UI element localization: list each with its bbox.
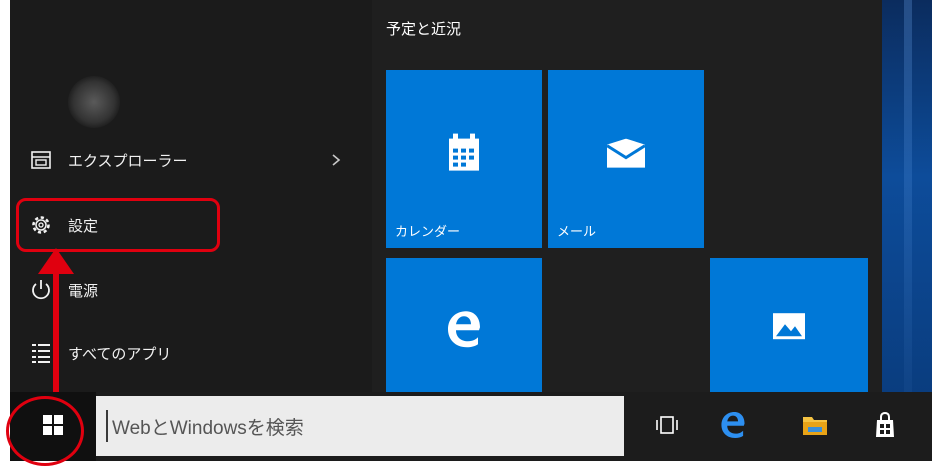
file-explorer-icon bbox=[802, 414, 828, 440]
tile-group-title: 予定と近況 bbox=[386, 20, 462, 38]
task-view-button[interactable] bbox=[638, 392, 696, 461]
menu-item-label: すべてのアプリ bbox=[68, 344, 172, 363]
tile-photos[interactable] bbox=[710, 258, 868, 392]
tile-label: メール bbox=[557, 225, 597, 240]
chevron-right-icon[interactable] bbox=[326, 150, 346, 170]
edge-icon bbox=[720, 411, 746, 443]
annotation-arrow-shaft bbox=[53, 266, 59, 402]
menu-item-settings[interactable]: 設定 bbox=[28, 205, 98, 245]
task-view-icon bbox=[656, 415, 678, 439]
desktop-background bbox=[882, 0, 932, 392]
tile-calendar[interactable]: カレンダー bbox=[386, 70, 542, 248]
search-placeholder: WebとWindowsを検索 bbox=[112, 417, 304, 439]
menu-item-all-apps[interactable]: すべてのアプリ bbox=[28, 333, 171, 373]
menu-item-label: 設定 bbox=[68, 216, 99, 235]
avatar[interactable] bbox=[68, 76, 120, 128]
menu-item-file-explorer[interactable]: エクスプローラー bbox=[28, 140, 188, 180]
power-icon bbox=[28, 279, 54, 301]
menu-item-label: 電源 bbox=[68, 281, 99, 300]
start-button[interactable] bbox=[10, 392, 96, 461]
menu-item-label: エクスプローラー bbox=[68, 151, 188, 170]
photos-icon bbox=[772, 312, 806, 344]
tile-mail[interactable]: メール bbox=[548, 70, 704, 248]
calendar-icon bbox=[447, 133, 481, 177]
tile-label: カレンダー bbox=[395, 225, 461, 240]
gear-icon bbox=[28, 214, 54, 236]
desktop-light-beam bbox=[904, 0, 912, 392]
all-apps-icon bbox=[28, 342, 54, 364]
edge-icon bbox=[446, 310, 482, 352]
taskbar: WebとWindowsを検索 bbox=[10, 392, 932, 461]
file-explorer-icon bbox=[28, 149, 54, 171]
menu-item-power[interactable]: 電源 bbox=[28, 270, 98, 310]
tile-edge[interactable] bbox=[386, 258, 542, 392]
file-explorer-taskbar-button[interactable] bbox=[786, 392, 844, 461]
store-icon bbox=[874, 411, 896, 442]
edge-taskbar-button[interactable] bbox=[704, 392, 762, 461]
start-menu-left-column: エクスプローラー 設定 電源 すべてのアプリ bbox=[10, 0, 372, 392]
store-taskbar-button[interactable] bbox=[856, 392, 914, 461]
search-input[interactable]: WebとWindowsを検索 bbox=[96, 396, 624, 456]
mail-icon bbox=[606, 138, 646, 173]
text-caret bbox=[106, 410, 108, 442]
start-menu: エクスプローラー 設定 電源 すべてのアプリ 予定と近況 カレンダー メール bbox=[10, 0, 882, 392]
annotation-arrow-head bbox=[38, 248, 74, 274]
windows-logo-icon bbox=[42, 414, 64, 440]
